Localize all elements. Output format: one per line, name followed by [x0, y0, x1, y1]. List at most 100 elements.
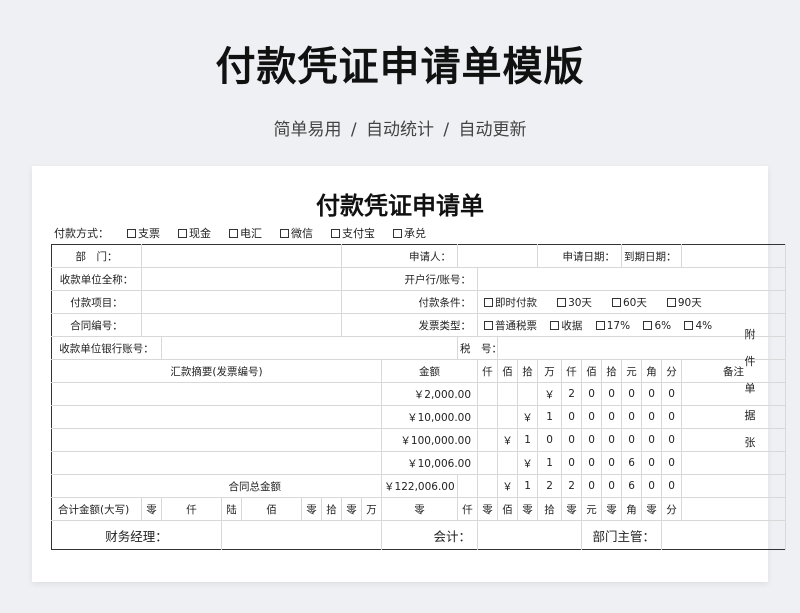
summary-cell[interactable] — [51, 451, 383, 475]
contract-no-field[interactable] — [141, 313, 343, 337]
conditions-options: 即时付款 30天 60天 90天 — [477, 290, 787, 314]
condition-option[interactable]: 即时付款 — [484, 297, 537, 309]
bank-account-field[interactable] — [477, 267, 787, 291]
digit-cell — [477, 428, 499, 452]
invoice-option[interactable]: 普通税票 — [484, 320, 537, 332]
payment-option[interactable]: 承兑 — [393, 225, 426, 241]
checkbox-icon[interactable] — [484, 320, 494, 330]
digit-header: 分 — [661, 359, 683, 383]
digit-cell: 0 — [581, 474, 603, 498]
due-date-label: 到期日期： — [621, 244, 683, 268]
digit-cell: ￥ — [497, 428, 519, 452]
digit-cell: 0 — [581, 428, 603, 452]
checkbox-icon[interactable] — [331, 229, 340, 238]
invoice-option[interactable]: 6% — [643, 320, 671, 332]
item-label: 付款项目： — [51, 290, 142, 314]
tax-no-label: 税 号： — [457, 336, 499, 360]
digit-cell: 0 — [641, 382, 663, 406]
digit-cell: 0 — [641, 451, 663, 475]
remark-cell[interactable] — [681, 382, 787, 406]
invoice-type-label: 发票类型： — [341, 313, 479, 337]
condition-option[interactable]: 30天 — [557, 297, 592, 309]
payee-field[interactable] — [141, 267, 343, 291]
condition-option[interactable]: 90天 — [666, 297, 702, 309]
checkbox-icon[interactable] — [557, 297, 567, 307]
payment-option[interactable]: 支票 — [127, 225, 160, 241]
digit-cell: 1 — [537, 451, 563, 475]
remark-cell[interactable] — [681, 474, 787, 498]
digit-cell: 0 — [537, 428, 563, 452]
payee-bank-label: 收款单位银行账号： — [51, 336, 162, 360]
finance-manager-label: 财务经理： — [51, 520, 222, 550]
digit-header: 拾 — [601, 359, 623, 383]
item-field[interactable] — [141, 290, 343, 314]
applicant-field[interactable] — [457, 244, 539, 268]
payment-option[interactable]: 现金 — [178, 225, 211, 241]
digit-cell: 0 — [621, 405, 643, 429]
upper-cell: 陆 — [221, 497, 242, 521]
total-row: 合同总金额 ￥122,006.00 ￥ 1 2 2 0 0 6 0 0 — [51, 474, 787, 498]
invoice-option[interactable]: 收据 — [550, 320, 582, 332]
digit-cell: ￥ — [497, 474, 519, 498]
upper-cell: 万 — [361, 497, 383, 521]
dept-field[interactable] — [141, 244, 343, 268]
checkbox-icon[interactable] — [550, 320, 560, 330]
digit-cell: 0 — [601, 451, 623, 475]
signature-row: 财务经理： 会计： 部门主管： — [51, 520, 787, 550]
checkbox-icon[interactable] — [666, 297, 676, 307]
total-upper-label: 合计金额(大写) — [51, 497, 142, 521]
summary-cell[interactable] — [51, 428, 383, 452]
summary-cell[interactable] — [51, 382, 383, 406]
remark-cell[interactable] — [681, 428, 787, 452]
digit-cell: ￥ — [537, 382, 563, 406]
checkbox-icon[interactable] — [127, 229, 136, 238]
invoice-option[interactable]: 17% — [595, 320, 630, 332]
total-amount: ￥122,006.00 — [381, 474, 459, 498]
digit-header: 拾 — [517, 359, 539, 383]
remark-cell[interactable] — [681, 405, 787, 429]
digit-cell: 0 — [601, 405, 623, 429]
payment-form-table: 部 门： 申请人： 申请日期： 到期日期： 收款单位全称： 开户行/账号： 付款… — [51, 244, 787, 550]
payment-option[interactable]: 微信 — [280, 225, 313, 241]
table-row: ￥10,006.00 ￥ 1 0 0 0 6 0 0 — [51, 451, 787, 475]
payee-bank-field[interactable] — [161, 336, 459, 360]
digit-cell: 0 — [581, 405, 603, 429]
remark-cell[interactable] — [681, 451, 787, 475]
amount-header: 金额 — [381, 359, 479, 383]
checkbox-icon[interactable] — [178, 229, 187, 238]
invoice-option[interactable]: 4% — [684, 320, 712, 332]
checkbox-icon[interactable] — [229, 229, 238, 238]
contract-no-label: 合同编号： — [51, 313, 142, 337]
digit-cell: 0 — [661, 451, 683, 475]
apply-date-label: 申请日期： — [537, 244, 623, 268]
finance-manager-field[interactable] — [221, 520, 383, 550]
upper-cell: 零 — [141, 497, 162, 521]
dept-head-field[interactable] — [661, 520, 787, 550]
amount-cell: ￥100,000.00 — [381, 428, 479, 452]
amount-cell: ￥10,006.00 — [381, 451, 479, 475]
payee-label: 收款单位全称： — [51, 267, 142, 291]
checkbox-icon[interactable] — [595, 320, 605, 330]
checkbox-icon[interactable] — [484, 297, 494, 307]
checkbox-icon[interactable] — [684, 320, 694, 330]
digit-cell — [477, 382, 499, 406]
digit-cell: 0 — [601, 428, 623, 452]
checkbox-icon[interactable] — [643, 320, 653, 330]
digit-cell: 0 — [561, 428, 583, 452]
checkbox-icon[interactable] — [393, 229, 402, 238]
digit-cell: 0 — [641, 428, 663, 452]
digit-cell: 0 — [621, 382, 643, 406]
payment-option[interactable]: 支付宝 — [331, 225, 375, 241]
accountant-field[interactable] — [477, 520, 583, 550]
payment-option[interactable]: 电汇 — [229, 225, 262, 241]
attachment-count-label: 附 件 单 据 张 — [744, 328, 756, 449]
amount-cell: ￥2,000.00 — [381, 382, 479, 406]
summary-cell[interactable] — [51, 405, 383, 429]
due-date-field[interactable] — [681, 244, 787, 268]
digit-cell: 0 — [561, 405, 583, 429]
digit-cell — [497, 405, 519, 429]
checkbox-icon[interactable] — [280, 229, 289, 238]
condition-option[interactable]: 60天 — [611, 297, 647, 309]
upper-cell: 零 — [477, 497, 499, 521]
checkbox-icon[interactable] — [611, 297, 621, 307]
